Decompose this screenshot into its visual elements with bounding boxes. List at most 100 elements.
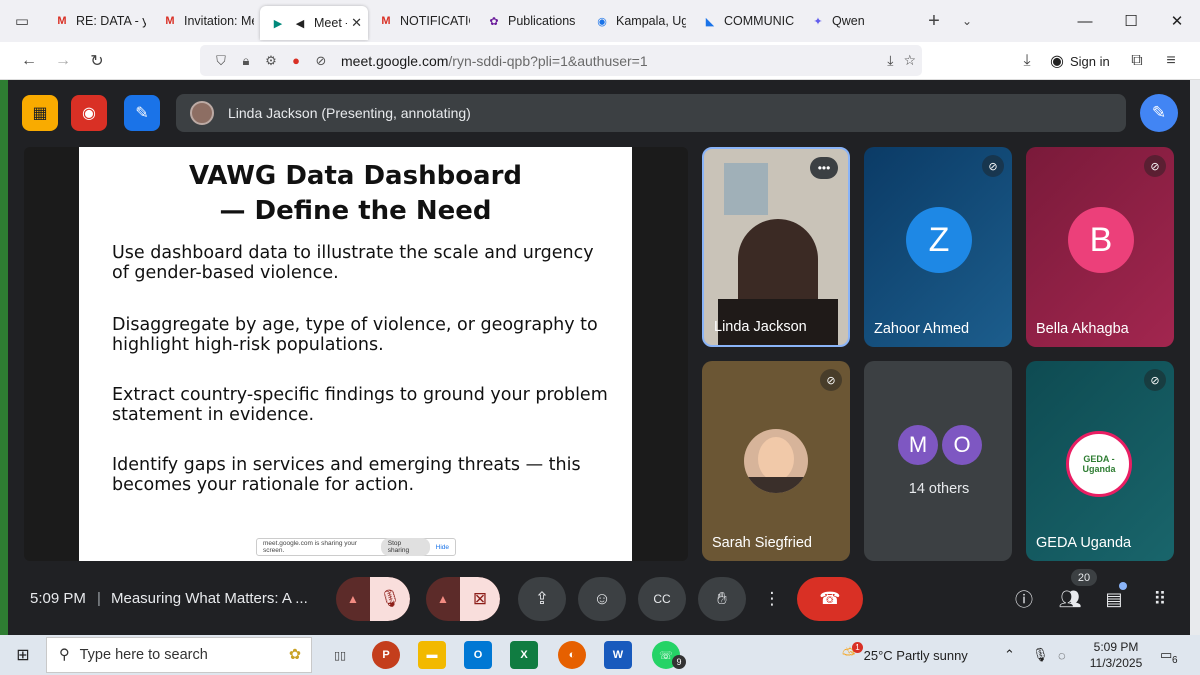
window-controls: — ☐ ✕	[1062, 0, 1200, 42]
task-view-icon[interactable]: ▯▯	[326, 641, 354, 669]
more-options-icon[interactable]: ⋮	[758, 577, 786, 621]
browser-nav-bar: ← → ↻ ⛉ 🔒︎ ⚙ ● ⊘ meet.google.com/ryn-sdd…	[0, 42, 1200, 80]
avatar: B	[1068, 207, 1134, 273]
windows-start-icon[interactable]: ⊞	[0, 635, 46, 675]
presentation-slide: VAWG Data Dashboard — Define the Need Use…	[79, 147, 632, 561]
taskbar-clock[interactable]: 5:09 PM 11/3/2025	[1085, 639, 1147, 671]
excel-icon[interactable]: X	[510, 641, 538, 669]
avatar	[190, 101, 214, 125]
permissions-icon[interactable]: ⚙	[260, 53, 282, 69]
background-window-edge	[0, 80, 8, 635]
gmail-icon: M	[57, 15, 67, 27]
url-path: /ryn-sddi-qpb?pli=1&authuser=1	[448, 52, 648, 69]
reactions-emoji-icon[interactable]: ☺	[578, 577, 626, 621]
present-screen-icon[interactable]: ⇪	[518, 577, 566, 621]
browser-tab[interactable]: M Invitation: Me	[152, 0, 260, 42]
tab-list-chevron-icon[interactable]: ⌄	[952, 0, 982, 42]
search-highlight-icon: ✿	[288, 647, 301, 663]
participant-tile-sarah-siegfried[interactable]: ⊘ Sarah Siegfried	[702, 361, 850, 561]
hide-button[interactable]: Hide	[436, 544, 449, 551]
presenter-label: Linda Jackson (Presenting, annotating)	[228, 105, 471, 121]
browser-tab-active[interactable]: ▶ ◀ Meet - ✕	[260, 6, 368, 40]
browser-tab[interactable]: MNOTIFICATIOI	[368, 0, 476, 42]
maximize-icon[interactable]: ☐	[1108, 0, 1154, 42]
browser-tab[interactable]: ◣COMMUNICA	[692, 0, 800, 42]
microphone-permission-icon[interactable]: ●	[285, 53, 307, 68]
muted-mic-icon: ⊘	[1144, 369, 1166, 391]
participant-name: Zahoor Ahmed	[874, 321, 970, 337]
back-arrow-icon[interactable]: ←	[14, 42, 44, 80]
address-bar[interactable]: ⛉ 🔒︎ ⚙ ● ⊘ meet.google.com/ryn-sddi-qpb?…	[200, 45, 922, 76]
stop-presenting-icon[interactable]: ▦	[22, 95, 58, 131]
raise-hand-icon[interactable]: ✋︎	[698, 577, 746, 621]
microphone-in-use-icon[interactable]: 🎙︎	[1032, 635, 1049, 675]
participant-tile-linda-jackson[interactable]: ••• Linda Jackson	[702, 147, 850, 347]
avatar: M	[898, 425, 938, 465]
participant-tile-bella-akhagba[interactable]: ⊘ B Bella Akhagba	[1026, 147, 1174, 347]
meet-icon: ▶	[273, 17, 283, 30]
geda-logo: GEDA - Uganda	[1066, 431, 1132, 497]
camera-permission-icon[interactable]: ⊘	[310, 53, 332, 69]
people-icon[interactable]: 👥︎	[1055, 584, 1085, 614]
outlook-icon[interactable]: O	[464, 641, 492, 669]
new-tab-icon[interactable]: +	[916, 0, 952, 42]
leave-call-icon[interactable]: ☎︎	[797, 577, 863, 621]
record-icon[interactable]: ◉	[71, 95, 107, 131]
all-tabs-icon[interactable]: ▭	[0, 0, 44, 42]
word-icon[interactable]: W	[604, 641, 632, 669]
muted-mic-icon: ⊘	[982, 155, 1004, 177]
divider: |	[97, 590, 101, 607]
browser-tab[interactable]: ✿ Publications -	[476, 0, 584, 42]
sign-in-button[interactable]: ◉ Sign in	[1050, 42, 1110, 80]
chat-notification-dot	[1119, 582, 1127, 590]
activities-icon[interactable]: ⠿	[1145, 584, 1175, 614]
speaker-icon[interactable]: ◀	[292, 15, 308, 31]
firefox-icon[interactable]: ◐	[558, 641, 586, 669]
participant-tile-geda-uganda[interactable]: ⊘ GEDA - Uganda GEDA Uganda	[1026, 361, 1174, 561]
stop-sharing-button[interactable]: Stop sharing	[380, 538, 430, 556]
docs-icon: ◣	[705, 15, 715, 28]
taskbar-search[interactable]: ⚲ Type here to search ✿	[46, 637, 312, 673]
close-tab-icon[interactable]: ✕	[351, 15, 362, 31]
screen: { "browser": { "tabs": [ {"title": "RE: …	[0, 0, 1200, 675]
browser-tab[interactable]: ✦ Qwen	[800, 0, 908, 42]
whatsapp-badge: 9	[672, 655, 686, 669]
weather-widget[interactable]: ⛅︎ 25°C Partly sunny	[842, 635, 968, 675]
captions-icon[interactable]: CC	[638, 577, 686, 621]
minimize-icon[interactable]: —	[1062, 0, 1108, 42]
network-icon[interactable]: ◌	[1058, 635, 1066, 675]
annotate-board-icon[interactable]: ✎	[124, 95, 160, 131]
reload-icon[interactable]: ↻	[82, 42, 112, 80]
participant-tile-others[interactable]: M O 14 others	[864, 361, 1012, 561]
downloads-icon[interactable]: ⤓	[1014, 42, 1040, 80]
powerpoint-icon[interactable]: P	[372, 641, 400, 669]
participant-tile-zahoor-ahmed[interactable]: ⊘ Z Zahoor Ahmed	[864, 147, 1012, 347]
file-explorer-icon[interactable]: ▬	[418, 641, 446, 669]
save-to-pocket-icon[interactable]: ⤓	[887, 52, 893, 69]
participant-name: Sarah Siegfried	[712, 535, 812, 551]
browser-tab-strip: ▭ MRE: DATA - yb MInvitation: Me ▶◀Meet …	[0, 0, 1200, 42]
chevron-up-icon[interactable]: ▲	[426, 577, 460, 621]
forward-arrow-icon[interactable]: →	[48, 42, 78, 80]
annotation-pen-icon[interactable]: ✎	[1140, 94, 1178, 132]
meeting-title: Measuring What Matters: A ...	[111, 590, 308, 607]
browser-tab[interactable]: ◉Kampala, Uga	[584, 0, 692, 42]
close-window-icon[interactable]: ✕	[1154, 0, 1200, 42]
extensions-icon[interactable]: ⧉	[1124, 42, 1150, 80]
menu-hamburger-icon[interactable]: ≡	[1158, 42, 1184, 80]
more-options-icon[interactable]: •••	[810, 157, 838, 179]
lock-icon[interactable]: 🔒︎	[235, 53, 257, 69]
avatar: Z	[906, 207, 972, 273]
slide-title: VAWG Data Dashboard — Define the Need	[188, 161, 523, 226]
chevron-up-icon[interactable]: ▲	[336, 577, 370, 621]
shield-icon[interactable]: ⛉	[210, 53, 232, 69]
show-hidden-icons-chevron-icon[interactable]: ⌃	[1004, 635, 1015, 675]
muted-mic-icon: ⊘	[1144, 155, 1166, 177]
browser-tab[interactable]: MRE: DATA - yb	[44, 0, 152, 42]
notification-center-icon[interactable]: ▭	[1160, 635, 1172, 675]
meeting-details-icon[interactable]: ⓘ	[1009, 584, 1039, 614]
bookmark-star-icon[interactable]: ☆	[903, 52, 916, 69]
gmail-icon: M	[165, 15, 175, 27]
participant-name: GEDA Uganda	[1036, 535, 1132, 551]
meeting-time: 5:09 PM	[30, 590, 86, 607]
